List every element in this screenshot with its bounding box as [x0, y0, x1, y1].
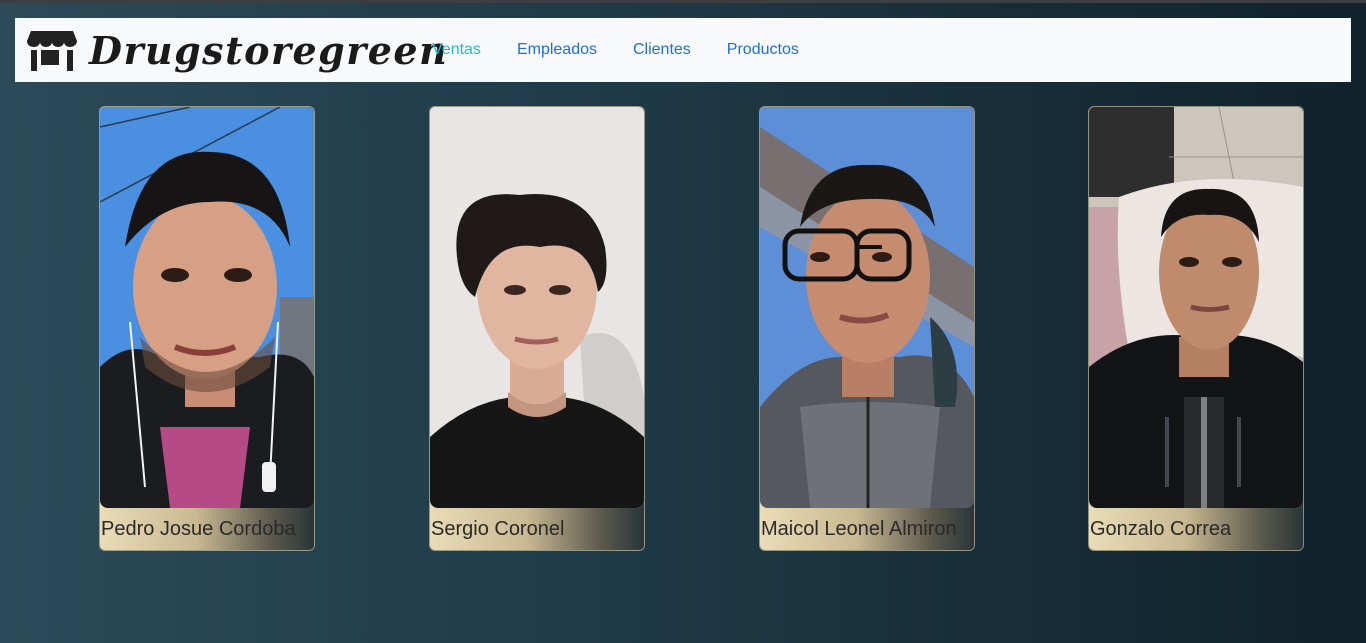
nav-menu: Ventas Empleados Clientes Productos [432, 18, 835, 82]
employee-card[interactable]: Sergio Coronel [430, 107, 644, 550]
store-icon [27, 31, 77, 71]
employee-name: Maicol Leonel Almiron [761, 518, 957, 540]
nav-ventas[interactable]: Ventas [432, 41, 481, 59]
employee-card[interactable]: Gonzalo Correa [1089, 107, 1303, 550]
brand-link[interactable]: Drugstoregreen [27, 26, 448, 74]
employee-name: Pedro Josue Cordoba [101, 518, 296, 540]
nav-empleados[interactable]: Empleados [517, 41, 597, 59]
employee-card[interactable]: Maicol Leonel Almiron [760, 107, 974, 550]
employee-name: Sergio Coronel [431, 518, 565, 540]
nav-productos[interactable]: Productos [727, 41, 799, 59]
portrait-photo [430, 107, 644, 508]
employee-name: Gonzalo Correa [1090, 518, 1232, 540]
navbar: Drugstoregreen Ventas Empleados Clientes… [15, 18, 1351, 82]
window-top-border [0, 0, 1366, 3]
employee-card[interactable]: Pedro Josue Cordoba [100, 107, 314, 550]
portrait-photo [760, 107, 974, 508]
nav-clientes[interactable]: Clientes [633, 41, 691, 59]
brand-name: Drugstoregreen [89, 27, 449, 73]
portrait-photo [100, 107, 314, 508]
portrait-photo [1089, 107, 1303, 508]
